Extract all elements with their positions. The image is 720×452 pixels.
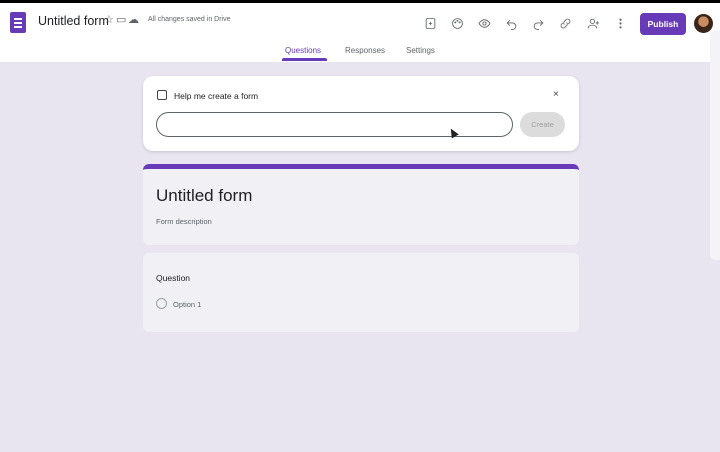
ai-form-icon (157, 90, 167, 100)
question-title-field[interactable]: Question (156, 273, 190, 283)
link-icon[interactable] (555, 13, 575, 33)
preview-eye-icon[interactable] (474, 13, 494, 33)
cloud-saved-icon: ☁ (128, 14, 139, 26)
tab-responses[interactable]: Responses (345, 46, 385, 55)
forms-logo-icon[interactable] (10, 12, 26, 33)
close-icon[interactable]: × (553, 89, 559, 100)
publish-button[interactable]: Publish (640, 13, 686, 35)
more-vert-icon[interactable] (610, 13, 630, 33)
redo-icon[interactable] (528, 13, 548, 33)
move-folder-icon[interactable]: ▭ (116, 14, 126, 26)
help-me-create-panel: Help me create a form × Create (143, 76, 579, 151)
create-button[interactable]: Create (520, 112, 565, 137)
side-panel-edge (710, 30, 720, 260)
option-label[interactable]: Option 1 (173, 300, 201, 309)
form-header-card[interactable]: Untitled form Form description (143, 164, 579, 245)
undo-icon[interactable] (501, 13, 521, 33)
question-card[interactable]: Question Option 1 (143, 253, 579, 332)
avatar[interactable] (694, 14, 713, 33)
palette-icon[interactable] (447, 13, 467, 33)
add-collaborator-icon[interactable] (583, 13, 603, 33)
customize-icon[interactable] (420, 13, 440, 33)
star-icon[interactable]: ☆ (104, 14, 114, 26)
radio-icon (156, 298, 167, 309)
active-tab-indicator (282, 58, 327, 61)
tab-bar: Questions Responses Settings (0, 46, 720, 62)
save-status: All changes saved in Drive (148, 16, 231, 23)
form-description-field[interactable]: Form description (156, 217, 212, 226)
prompt-input[interactable] (156, 112, 513, 137)
form-title-header[interactable]: Untitled form (38, 14, 109, 28)
form-title-field[interactable]: Untitled form (156, 186, 252, 206)
help-panel-title: Help me create a form (174, 91, 259, 101)
tab-questions[interactable]: Questions (285, 46, 321, 55)
tab-settings[interactable]: Settings (406, 46, 435, 55)
